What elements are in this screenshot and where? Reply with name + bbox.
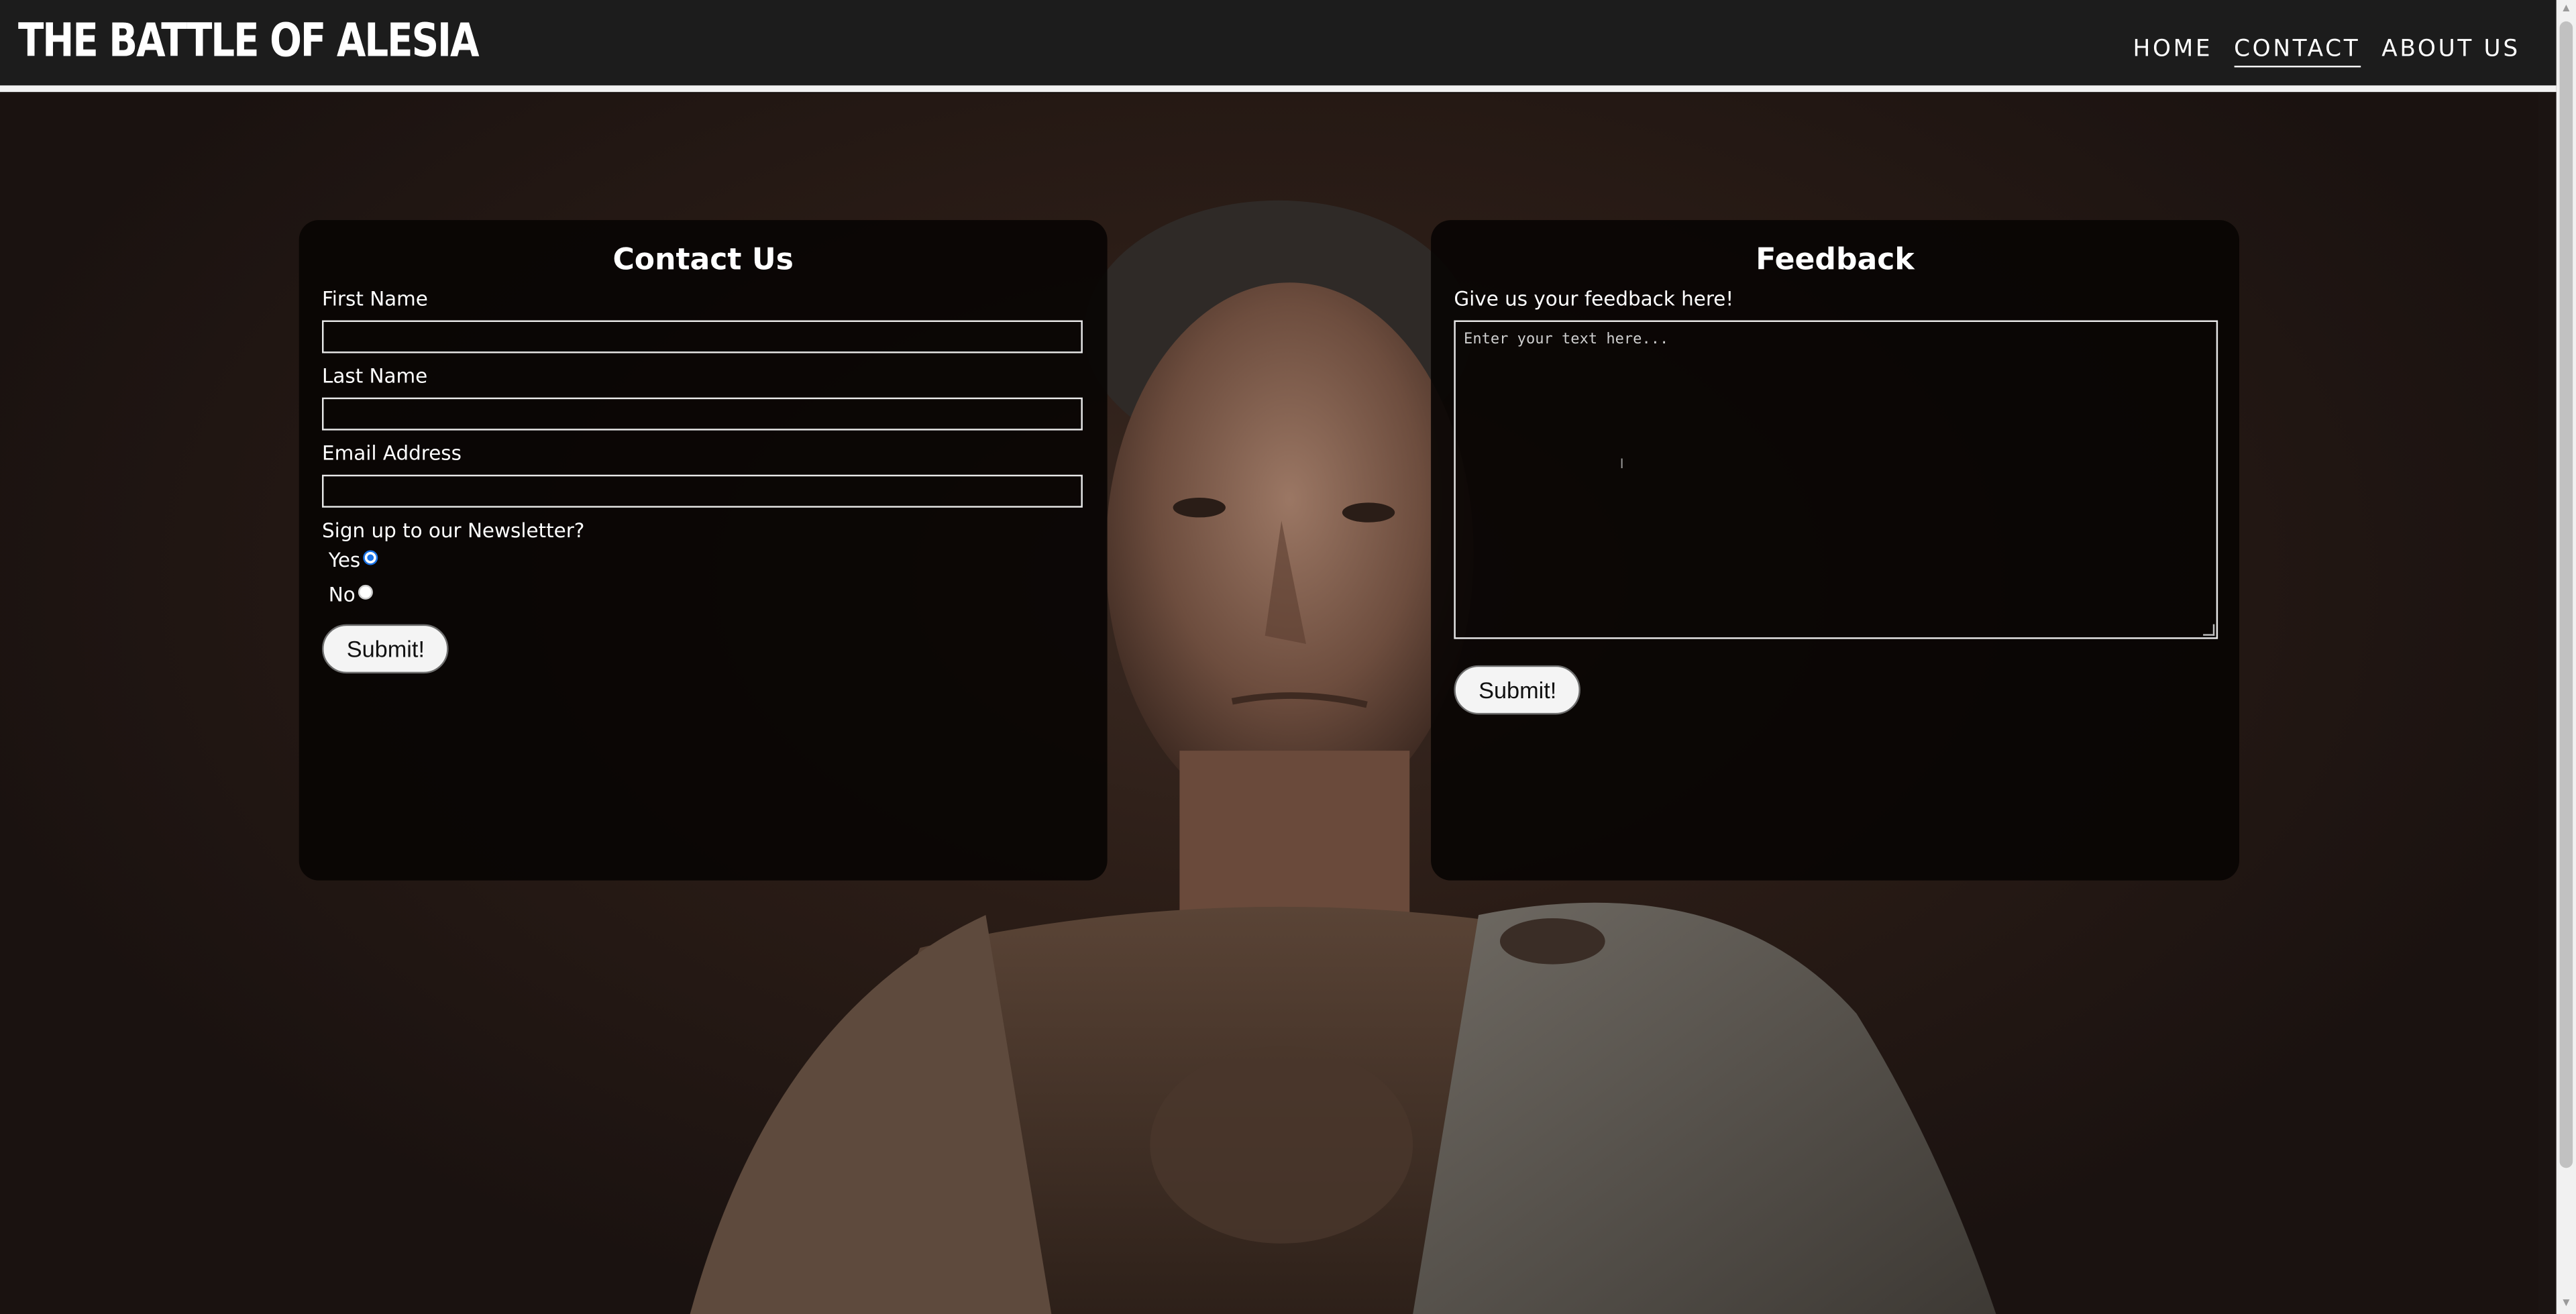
yes-radio[interactable] <box>364 549 379 565</box>
scroll-down-icon[interactable]: ▼ <box>2557 1295 2576 1314</box>
feedback-placeholder: Enter your text here... <box>1464 331 1669 349</box>
newsletter-yes-option[interactable]: Yes <box>328 548 379 572</box>
contact-title: Contact Us <box>612 243 794 278</box>
feedback-submit-button[interactable]: Submit! <box>1454 665 1582 715</box>
no-label: No <box>328 583 356 606</box>
resize-handle-icon[interactable] <box>2203 624 2215 636</box>
contact-form-card: Contact Us First Name Last Name Email Ad… <box>299 220 1108 881</box>
scrollbar-thumb[interactable] <box>2559 21 2573 1168</box>
email-input[interactable] <box>322 474 1083 508</box>
last-name-input[interactable] <box>322 397 1083 431</box>
top-navbar: THE BATTLE OF ALESIA HOME CONTACT ABOUT … <box>0 0 2557 93</box>
feedback-textarea[interactable]: Enter your text here... <box>1454 320 2218 639</box>
newsletter-no-option[interactable]: No <box>329 583 374 606</box>
scroll-up-icon[interactable]: ▲ <box>2557 0 2576 19</box>
contact-submit-button[interactable]: Submit! <box>322 624 449 674</box>
site-title[interactable]: THE BATTLE OF ALESIA <box>18 13 480 68</box>
last-name-label: Last Name <box>322 364 428 388</box>
text-cursor-icon: I <box>1619 456 1624 472</box>
vertical-scrollbar[interactable]: ▲ ▼ <box>2556 0 2576 1314</box>
nav-about-link[interactable]: ABOUT US <box>2381 36 2520 68</box>
feedback-form-card: Feedback Give us your feedback here! Ent… <box>1431 220 2239 881</box>
first-name-label: First Name <box>322 287 428 311</box>
no-radio[interactable] <box>358 584 374 599</box>
yes-label: Yes <box>328 548 361 572</box>
nav-links: HOME CONTACT ABOUT US <box>2133 36 2520 68</box>
page: THE BATTLE OF ALESIA HOME CONTACT ABOUT … <box>0 0 2576 1314</box>
feedback-title: Feedback <box>1756 243 1915 278</box>
nav-home-link[interactable]: HOME <box>2133 36 2212 68</box>
email-label: Email Address <box>322 441 462 466</box>
newsletter-label: Sign up to our Newsletter? <box>322 518 585 543</box>
nav-contact-link[interactable]: CONTACT <box>2234 36 2361 68</box>
feedback-prompt-label: Give us your feedback here! <box>1454 287 1734 311</box>
first-name-input[interactable] <box>322 320 1083 353</box>
